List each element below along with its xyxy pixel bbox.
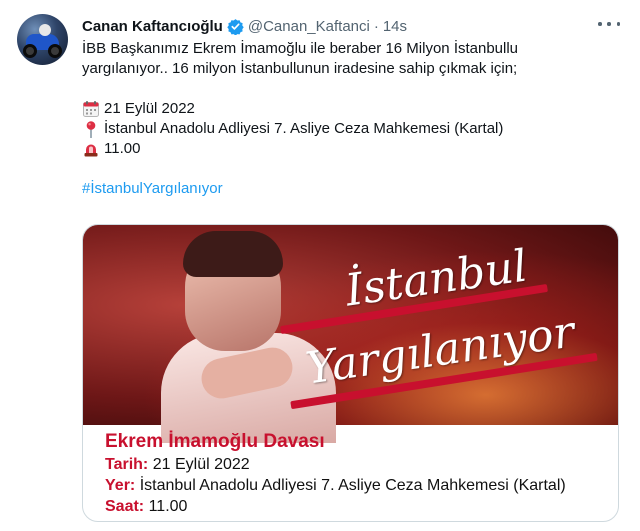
more-options-icon[interactable]	[598, 16, 620, 32]
photo-person-hair	[183, 231, 283, 277]
avatar-wheel-rear	[48, 44, 62, 58]
tweet-text: İBB Başkanımız Ekrem İmamoğlu ile berabe…	[82, 39, 622, 199]
card-photo: İstanbul Yargılanıyor	[83, 225, 618, 443]
media-card[interactable]: İstanbul Yargılanıyor Ekrem İmamoğlu Dav…	[82, 224, 619, 522]
rotating-light-emoji-icon	[82, 140, 100, 158]
card-time-label: Saat:	[105, 498, 145, 515]
card-date-value: 21 Eylül 2022	[152, 456, 250, 473]
author-handle[interactable]: @Canan_Kaftanci	[248, 18, 370, 35]
tweet-timestamp[interactable]: 14s	[383, 18, 407, 35]
round-pushpin-emoji-icon	[82, 120, 100, 138]
card-date-row: Tarih: 21 Eylül 2022	[105, 454, 566, 475]
avatar-wheel-front	[23, 44, 37, 58]
date-text: 21 Eylül 2022	[104, 100, 195, 117]
author-name[interactable]: Canan Kaftancıoğlu	[82, 18, 223, 35]
time-line: 11.00	[82, 139, 622, 159]
hashtag-link[interactable]: #İstanbulYargılanıyor	[82, 179, 223, 199]
place-text: İstanbul Anadolu Adliyesi 7. Asliye Ceza…	[104, 120, 504, 137]
card-time-value: 11.00	[148, 498, 188, 515]
tweet[interactable]: Canan Kaftancıoğlu @Canan_Kaftanci · 14s…	[0, 0, 640, 531]
tweet-header: Canan Kaftancıoğlu @Canan_Kaftanci · 14s	[82, 15, 407, 37]
text-line-2: yargılanıyor.. 16 milyon İstanbullunun i…	[82, 60, 518, 77]
text-line-1: İBB Başkanımız Ekrem İmamoğlu ile berabe…	[82, 40, 519, 57]
time-text: 11.00	[104, 140, 141, 157]
card-title: Ekrem İmamoğlu Davası	[105, 431, 325, 452]
date-line: 21 Eylül 2022	[82, 99, 622, 119]
card-time-row: Saat: 11.00	[105, 496, 566, 517]
card-place-row: Yer: İstanbul Anadolu Adliyesi 7. Asliye…	[105, 475, 566, 496]
avatar[interactable]	[17, 14, 68, 65]
card-info: Ekrem İmamoğlu Davası Tarih: 21 Eylül 20…	[105, 430, 566, 517]
card-date-label: Tarih:	[105, 456, 149, 473]
hashtag-line: #İstanbulYargılanıyor	[82, 179, 622, 199]
calendar-emoji-icon	[82, 100, 100, 118]
place-line: İstanbul Anadolu Adliyesi 7. Asliye Ceza…	[82, 119, 622, 139]
card-place-value: İstanbul Anadolu Adliyesi 7. Asliye Ceza…	[139, 477, 566, 494]
verified-badge-icon	[227, 18, 244, 35]
card-place-label: Yer:	[105, 477, 136, 494]
header-separator: ·	[373, 17, 379, 35]
avatar-rider	[39, 24, 51, 36]
